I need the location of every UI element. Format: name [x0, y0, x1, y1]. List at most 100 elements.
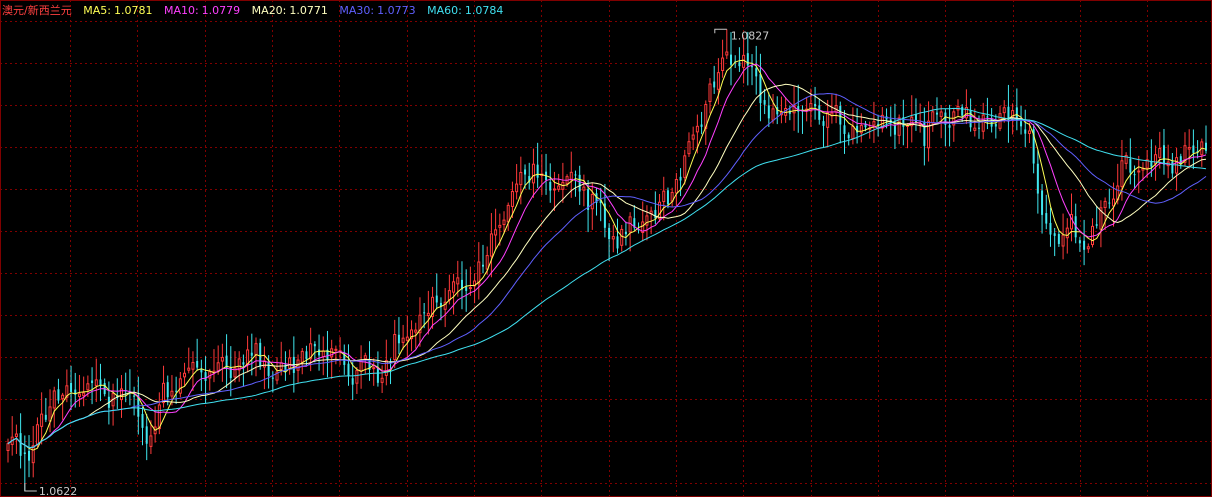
- candle: [603, 183, 606, 238]
- candle: [1015, 88, 1018, 131]
- candle: [1187, 129, 1191, 169]
- candle-body-up: [162, 382, 166, 404]
- candle: [687, 132, 691, 157]
- chart-window: 澳元/新西兰元 MA5: 1.0781 MA10: 1.0779 MA20: 1.07…: [0, 0, 1212, 497]
- candle: [111, 383, 115, 426]
- candle: [103, 378, 106, 397]
- candle: [910, 95, 914, 143]
- candle-body-down: [250, 352, 253, 356]
- candle-body-down: [70, 382, 73, 392]
- candle-body-up: [939, 111, 943, 117]
- low-label: 1.0622: [39, 485, 78, 497]
- ma10-label: MA10:: [163, 4, 199, 17]
- candle-body-up: [48, 406, 52, 422]
- candle: [662, 176, 666, 221]
- candle: [536, 142, 539, 188]
- candle: [986, 97, 989, 130]
- candle: [1162, 128, 1165, 175]
- candle-body-down: [435, 295, 438, 303]
- candle: [1036, 150, 1039, 214]
- candle: [628, 212, 632, 252]
- candle: [1108, 188, 1111, 209]
- candle: [670, 187, 674, 207]
- candle: [200, 359, 203, 392]
- candle: [923, 107, 926, 166]
- candle-body-down: [1020, 121, 1023, 127]
- candle: [124, 372, 127, 403]
- candle: [792, 85, 796, 131]
- candle: [674, 172, 678, 208]
- candle-body-down: [423, 312, 426, 314]
- candle: [477, 242, 481, 300]
- candle: [713, 65, 716, 94]
- candle: [1007, 84, 1010, 143]
- candle: [439, 297, 442, 321]
- candle: [679, 168, 682, 197]
- candle-body-down: [133, 395, 136, 397]
- candle: [40, 392, 44, 445]
- candle: [1171, 153, 1174, 178]
- candle: [187, 347, 191, 374]
- candle: [52, 386, 56, 428]
- candle-body-up: [82, 392, 86, 397]
- candle-body-up: [187, 367, 191, 371]
- high-label: 1.0827: [731, 29, 770, 42]
- candle: [166, 375, 169, 406]
- ma60-value: 1.0784: [464, 4, 504, 17]
- candle: [452, 273, 456, 315]
- candle-body-up: [687, 141, 691, 155]
- candle-body-up: [178, 378, 182, 394]
- candle-body-up: [393, 333, 397, 361]
- candle: [326, 330, 329, 378]
- candle: [830, 94, 834, 124]
- candle-body-up: [1112, 198, 1116, 207]
- candle-body-up: [321, 350, 325, 358]
- candle-body-down: [267, 362, 270, 376]
- candle-body-down: [57, 389, 60, 401]
- candle: [1166, 144, 1170, 179]
- candle: [481, 244, 484, 274]
- candle: [1137, 155, 1141, 194]
- candle: [19, 413, 22, 469]
- candle: [397, 317, 400, 355]
- candle: [351, 362, 354, 401]
- candle: [998, 105, 1002, 132]
- candle-body-down: [481, 264, 484, 267]
- candle: [1129, 138, 1132, 185]
- candle-body-up: [426, 312, 430, 317]
- candle: [1099, 200, 1103, 248]
- candle: [528, 162, 531, 190]
- ma5-value: 1.0781: [113, 4, 153, 17]
- candle-body-up: [708, 83, 712, 102]
- candle-body-up: [456, 277, 460, 285]
- candle-body-up: [552, 188, 556, 191]
- candle-body-up: [363, 355, 367, 360]
- candle-body-up: [1120, 160, 1124, 187]
- candle-body-down: [347, 363, 350, 377]
- candle: [305, 345, 308, 366]
- candle: [964, 89, 968, 125]
- ma60-label: MA60:: [427, 4, 462, 17]
- candle-body-down: [1057, 234, 1060, 244]
- candle-body-up: [494, 229, 498, 236]
- candlestick-chart[interactable]: 1.0827 1.0622: [0, 0, 1212, 497]
- ma30-label: MA30:: [339, 4, 375, 17]
- candle-body-down: [994, 124, 997, 127]
- candle-body-up: [569, 171, 573, 181]
- candle: [6, 438, 10, 463]
- candle: [616, 218, 619, 254]
- candle: [99, 363, 102, 402]
- candle-body-up: [620, 228, 624, 246]
- candle-body-down: [624, 231, 627, 235]
- candle: [927, 101, 931, 162]
- candle-body-down: [578, 174, 581, 192]
- ma30-legend: MA30: 1.0773: [339, 3, 415, 19]
- candle: [1112, 182, 1116, 227]
- candle: [549, 163, 552, 203]
- candle-body-up: [1086, 246, 1090, 250]
- ma20-legend: MA20: 1.0771: [252, 3, 328, 19]
- candle: [141, 406, 144, 446]
- candle-body-down: [376, 367, 379, 383]
- candle-body-down: [536, 164, 539, 178]
- candle-body-up: [414, 329, 418, 333]
